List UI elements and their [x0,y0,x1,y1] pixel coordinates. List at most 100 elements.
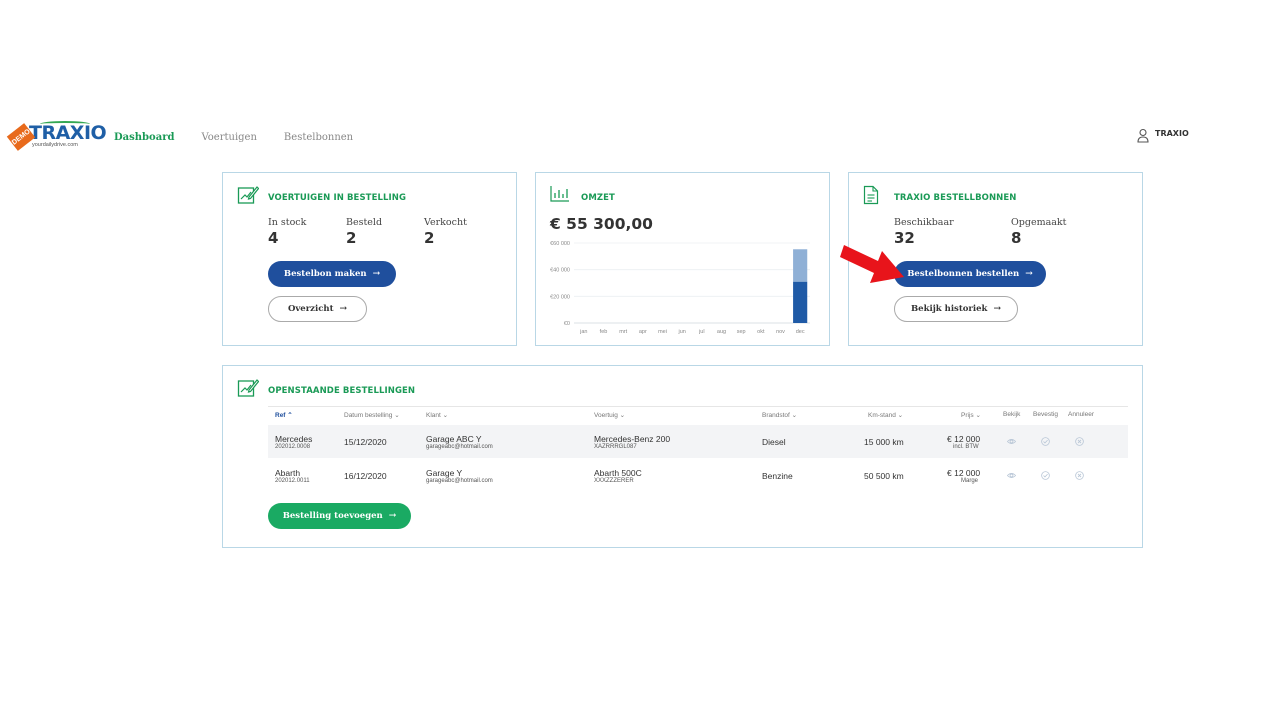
cell-ref-code: 202012.0011 [275,478,310,484]
table-row[interactable] [268,459,1128,492]
user-menu[interactable]: TRAXIO [1137,128,1189,143]
cell-date: 15/12/2020 [344,437,387,447]
chart-x-tick-label: jul [698,329,705,335]
cell-client-email: garageabc@hotmail.com [426,478,493,484]
cell-ref: Abarth [275,468,301,478]
cancel-circle-icon[interactable] [1075,471,1084,480]
col-header-prijs[interactable]: Prijs ⌄ [961,411,981,419]
col-header-km-stand[interactable]: Km-stand ⌄ [868,411,903,419]
red-annotation-arrow-icon [840,245,904,283]
cell-ref-code: 202012.0008 [275,444,311,450]
stat-label-opgemaakt: Opgemaakt [1011,217,1067,228]
chart-y-tick-label: €20 000 [550,294,570,300]
card-title: TRAXIO BESTELLBONNEN [894,193,1017,203]
cell-fuel: Diesel [762,437,786,447]
chart-x-tick-label: aug [717,329,726,335]
cell-km: 50 500 km [864,471,904,481]
cancel-circle-icon[interactable] [1075,437,1084,446]
stat-value-in-stock: 4 [268,229,279,247]
card-title: OPENSTAANDE BESTELLINGEN [268,386,416,396]
bekijk-historiek-button[interactable]: Bekijk historiek → [894,296,1018,322]
edit-document-icon [237,379,259,397]
col-header-voertuig[interactable]: Voertuig ⌄ [594,411,625,419]
card-open-orders: OPENSTAANDE BESTELLINGEN Ref ⌃ Datum bes… [222,365,1143,548]
cell-vehicle: Mercedes-Benz 200 [594,434,671,444]
cell-date: 16/12/2020 [344,471,387,481]
nav-bestelbonnen[interactable]: Bestelbonnen [284,132,353,143]
chart-y-tick-label: €40 000 [550,268,570,274]
arrow-right-icon: → [339,304,348,314]
cell-client-email: garageabc@hotmail.com [426,444,493,450]
col-header-bevestig: Bevestig [1033,411,1058,418]
chart-bar [793,249,808,282]
cell-fuel: Benzine [762,471,793,481]
cell-client: Garage ABC Y [426,434,482,444]
eye-icon[interactable] [1007,437,1016,446]
chart-x-tick-label: okt [757,329,765,335]
chart-y-tick-label: €0 [564,321,570,327]
chart-x-tick-label: sep [737,329,746,335]
col-header-bekijk: Bekijk [1003,411,1021,418]
col-header-klant[interactable]: Klant ⌄ [426,411,448,419]
chart-y-tick-label: €60 000 [550,241,570,247]
chart-x-tick-label: nov [776,329,785,335]
cell-vehicle: Abarth 500C [594,468,642,478]
button-label: Bestelling toevoegen [282,511,383,521]
cell-price: € 12 000 [947,434,981,444]
chart-x-tick-label: jun [677,329,685,335]
logo-text: TRAXIO [29,122,107,144]
button-label: Overzicht [287,304,334,314]
stat-label-beschikbaar: Beschikbaar [894,217,954,228]
chart-x-tick-label: dec [796,329,805,335]
check-circle-icon[interactable] [1041,437,1050,446]
bar-chart-icon [550,186,569,202]
col-header-ref[interactable]: Ref ⌃ [275,411,293,419]
chart-bar [793,281,808,323]
user-name: TRAXIO [1155,129,1189,138]
card-title: VOERTUIGEN IN BESTELLING [268,193,407,203]
stat-label-in-stock: In stock [268,217,307,228]
bestelbon-maken-button[interactable]: Bestelbon maken → [268,261,396,287]
nav-voertuigen[interactable]: Voertuigen [201,132,256,143]
omzet-amount: € 55 300,00 [550,215,653,233]
stat-value-besteld: 2 [346,229,357,247]
user-icon [1137,128,1149,143]
document-icon [863,185,879,205]
logo-tagline: yourdailydrive.com [32,142,78,148]
bestelbonnen-bestellen-button[interactable]: Bestelbonnen bestellen → [894,261,1046,287]
cell-price-note: Marge [961,478,979,484]
col-header-datum[interactable]: Datum bestelling ⌄ [344,411,400,419]
cell-ref: Mercedes [275,434,313,444]
table-row[interactable] [268,425,1128,458]
chart-x-tick-label: feb [600,329,608,335]
card-vehicles-in-order: VOERTUIGEN IN BESTELLING In stock 4 Best… [222,172,517,346]
check-circle-icon[interactable] [1041,471,1050,480]
arrow-right-icon: → [388,511,397,521]
arrow-right-icon: → [1025,269,1033,279]
overzicht-button[interactable]: Overzicht → [268,296,367,322]
cell-vehicle-code: XXXZZZERER [594,478,634,484]
chart-x-tick-label: apr [639,329,647,335]
eye-icon[interactable] [1007,471,1016,480]
arrow-right-icon: → [993,304,1001,314]
arrow-right-icon: → [372,269,381,279]
button-label: Bestelbonnen bestellen [907,269,1020,279]
cell-price-note: incl. BTW [953,444,979,450]
button-label: Bekijk historiek [911,304,988,314]
bestelling-toevoegen-button[interactable]: Bestelling toevoegen → [268,503,411,529]
chart-x-tick-label: mei [658,329,667,335]
nav-dashboard[interactable]: Dashboard [114,132,174,143]
card-omzet: OMZET € 55 300,00 €0 €20 000 €40 000 €60 00… [535,172,830,346]
chart-x-tick-label: mrt [619,329,627,335]
cell-price: € 12 000 [947,468,981,478]
col-header-annuleer: Annuleer [1068,411,1095,418]
main-nav: Dashboard Voertuigen Bestelbonnen [114,132,380,143]
traxio-logo[interactable]: TRAXIO DEMO yourdailydrive.com [6,118,107,152]
card-title: OMZET [581,193,615,203]
stat-label-verkocht: Verkocht [424,217,467,228]
cell-client: Garage Y [426,468,463,478]
col-header-brandstof[interactable]: Brandstof ⌄ [762,411,797,419]
table-divider [268,406,1128,407]
omzet-bar-chart: €0 €20 000 €40 000 €60 000 jan feb mrt apr mei ju… [550,241,810,335]
cell-km: 15 000 km [864,437,904,447]
